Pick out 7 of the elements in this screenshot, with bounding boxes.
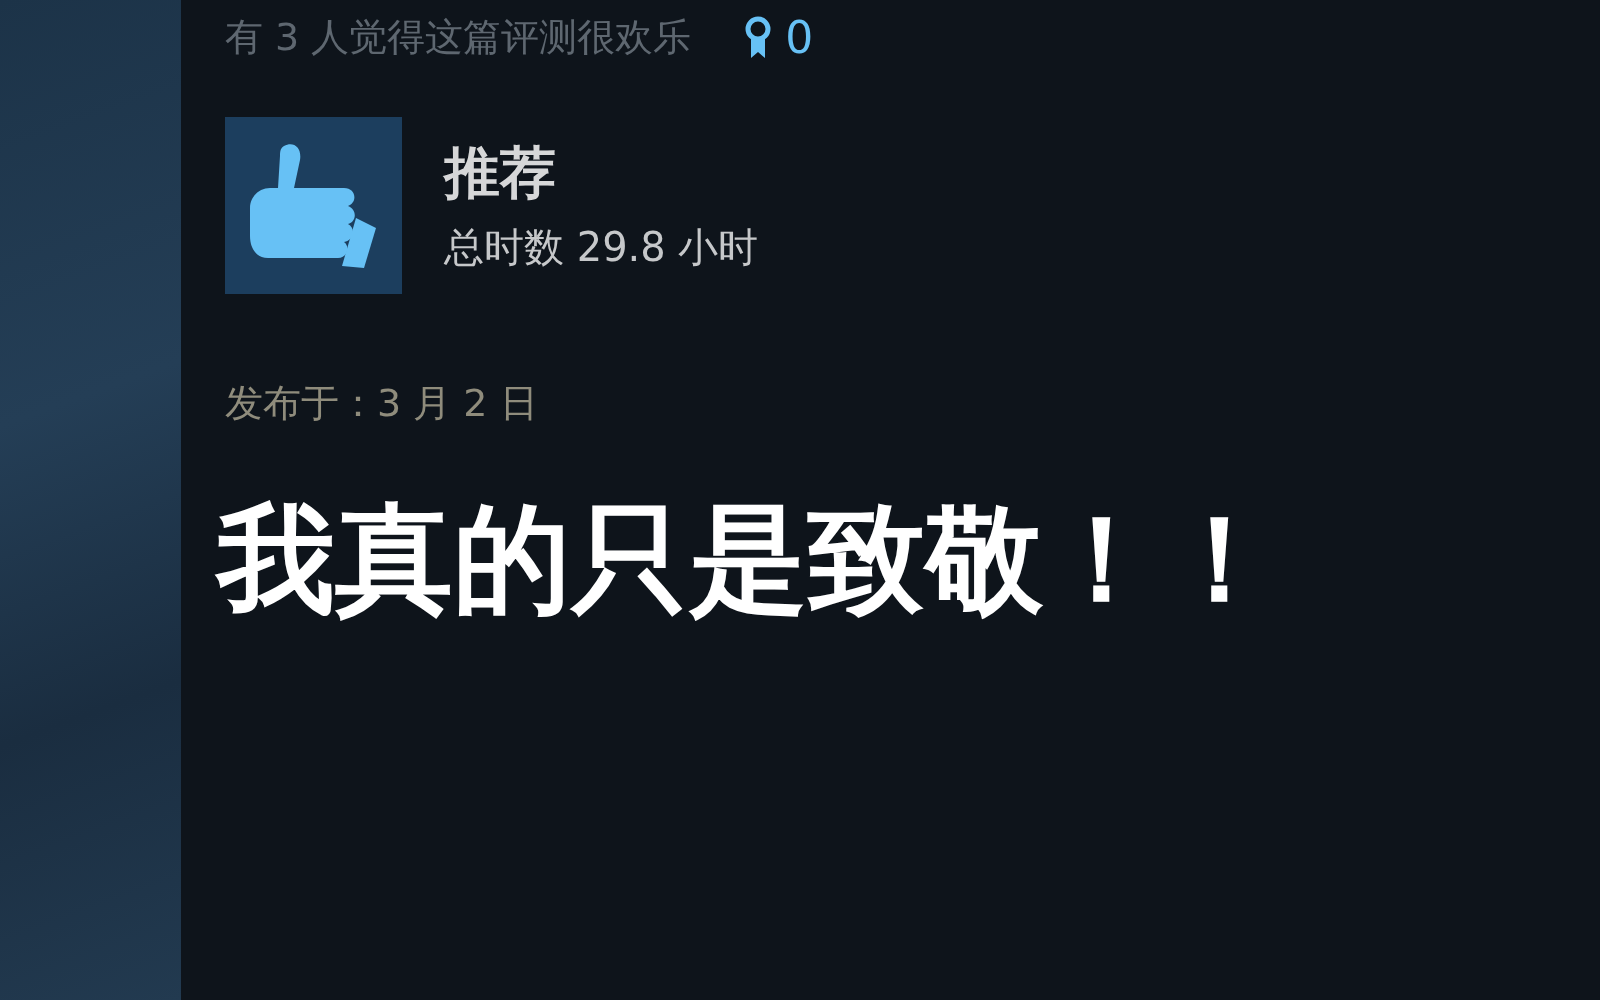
award-count: 0 (785, 12, 814, 63)
playtime-text: 总时数 29.8 小时 (444, 223, 759, 272)
helpful-count-text: 有 3 人觉得这篇评测很欢乐 (225, 14, 692, 61)
verdict-title: 推荐 (444, 139, 557, 207)
posted-date: 发布于：3 月 2 日 (225, 380, 538, 427)
review-text: 我真的只是致敬！！ (217, 489, 1279, 630)
award-icon (745, 15, 772, 60)
